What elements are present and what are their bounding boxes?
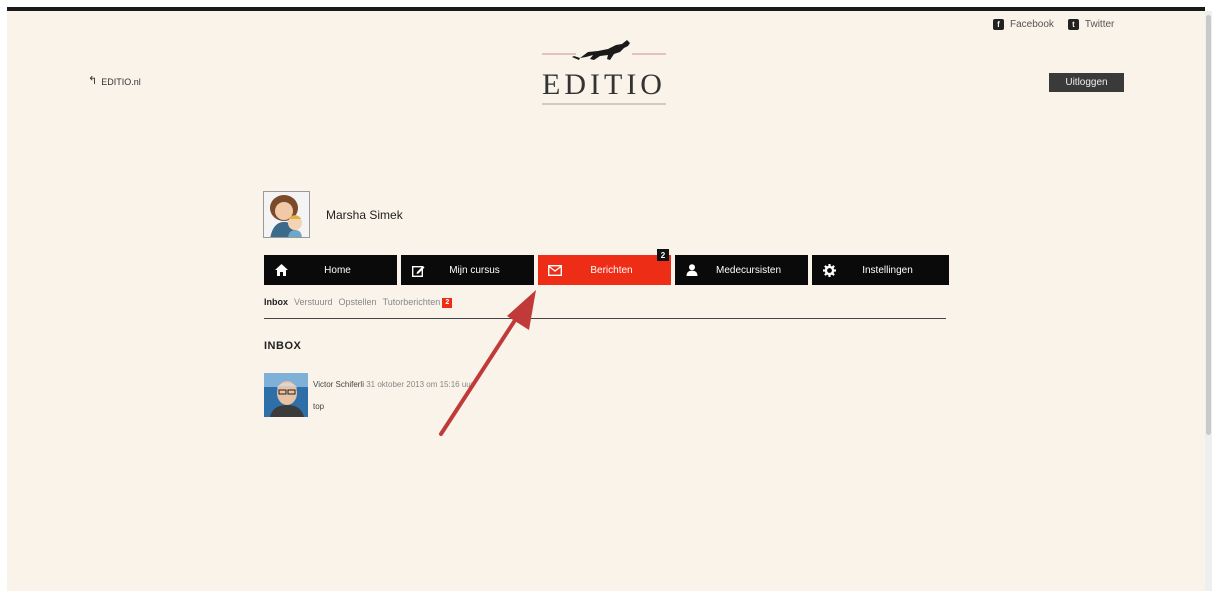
- logout-button[interactable]: Uitloggen: [1049, 73, 1124, 92]
- subnav-verstuurd[interactable]: Verstuurd: [294, 297, 333, 307]
- editio-logo[interactable]: EDITIO: [536, 34, 672, 110]
- facebook-icon: f: [993, 19, 1004, 30]
- twitter-icon: t: [1067, 19, 1079, 30]
- logo-text: EDITIO: [542, 68, 666, 101]
- subnav-opstellen[interactable]: Opstellen: [339, 297, 377, 307]
- facebook-link[interactable]: f Facebook: [993, 19, 1054, 30]
- reply-arrow-icon: ↰: [88, 75, 98, 87]
- tab-berichten-label: Berichten: [590, 264, 633, 276]
- tab-berichten[interactable]: Berichten 2: [538, 249, 671, 285]
- list-item[interactable]: Victor Schiferli 31 oktober 2013 om 15:1…: [264, 373, 473, 417]
- tab-home-label: Home: [324, 264, 351, 276]
- tab-mijn-cursus-label: Mijn cursus: [449, 264, 500, 276]
- message-body: Victor Schiferli 31 oktober 2013 om 15:1…: [313, 373, 473, 417]
- tab-instellingen[interactable]: Instellingen: [812, 255, 949, 285]
- message-preview: top: [313, 402, 325, 411]
- facebook-label: Facebook: [1010, 19, 1054, 30]
- twitter-link[interactable]: t Twitter: [1067, 19, 1115, 30]
- message-date: 31 oktober 2013 om 15:16 uur: [366, 380, 474, 389]
- tab-medecursisten[interactable]: Medecursisten: [675, 255, 808, 285]
- tab-medecursisten-label: Medecursisten: [715, 264, 782, 276]
- scrollbar[interactable]: [1205, 11, 1212, 591]
- inbox-heading: INBOX: [264, 340, 302, 352]
- avatar-illustration: [264, 192, 309, 237]
- social-links: f Facebook t Twitter: [993, 19, 1114, 30]
- main-nav: Home Mijn cursus Berichten 2 Medecursist…: [264, 249, 949, 285]
- scrollbar-thumb[interactable]: [1206, 15, 1211, 435]
- profile-name: Marsha Simek: [326, 207, 403, 222]
- gear-icon: [822, 263, 836, 277]
- back-link[interactable]: ↰ EDITIO.nl: [88, 76, 141, 87]
- message-meta: Victor Schiferli 31 oktober 2013 om 15:1…: [313, 380, 473, 389]
- tab-instellingen-label: Instellingen: [862, 264, 913, 276]
- user-icon: [685, 263, 699, 277]
- subnav-tutorberichten[interactable]: Tutorberichten 2: [383, 297, 453, 308]
- edit-icon: [411, 263, 425, 277]
- avatar[interactable]: [263, 191, 310, 238]
- tab-home[interactable]: Home: [264, 255, 397, 285]
- message-sender: Victor Schiferli: [313, 380, 364, 389]
- subnav-inbox[interactable]: Inbox: [264, 297, 288, 307]
- sender-avatar: [264, 373, 308, 417]
- tab-mijn-cursus[interactable]: Mijn cursus: [401, 255, 534, 285]
- envelope-icon: [548, 263, 562, 277]
- unread-count-badge: 2: [657, 249, 669, 261]
- back-link-label: EDITIO.nl: [101, 76, 141, 87]
- home-icon: [274, 263, 288, 277]
- tutor-count-badge: 2: [442, 297, 453, 308]
- message-subnav: Inbox Verstuurd Opstellen Tutorberichten…: [264, 297, 453, 308]
- profile-header: Marsha Simek: [263, 191, 403, 238]
- twitter-label: Twitter: [1084, 19, 1115, 30]
- subnav-divider: [264, 318, 946, 319]
- subnav-tutorberichten-label: Tutorberichten: [382, 297, 441, 307]
- dog-icon: [572, 40, 630, 60]
